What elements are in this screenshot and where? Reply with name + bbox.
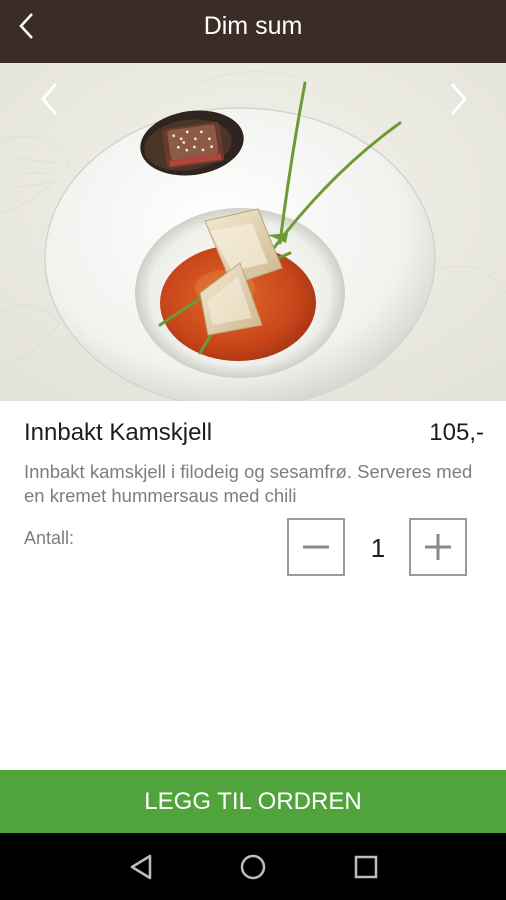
item-name: Innbakt Kamskjell bbox=[24, 419, 213, 446]
previous-image-chevron-left-icon[interactable] bbox=[36, 80, 64, 118]
add-to-order-button[interactable]: LEGG TIL ORDREN bbox=[0, 770, 506, 833]
item-description: Innbakt kamskjell i filodeig og sesamfrø… bbox=[24, 461, 473, 506]
quantity-label: Antall: bbox=[24, 528, 75, 548]
minus-icon bbox=[303, 545, 329, 549]
decrement-button[interactable] bbox=[287, 518, 345, 576]
square-recents-icon[interactable] bbox=[350, 851, 382, 883]
next-image-chevron-right-icon[interactable] bbox=[444, 80, 472, 118]
system-navigation-bar bbox=[0, 833, 506, 900]
item-price: 105,- bbox=[429, 419, 484, 446]
dish-photo bbox=[0, 63, 506, 401]
circle-home-icon[interactable] bbox=[237, 851, 269, 883]
triangle-back-icon[interactable] bbox=[126, 851, 158, 883]
page-title: Dim sum bbox=[203, 12, 303, 40]
dish-image-gallery[interactable] bbox=[0, 63, 506, 401]
quantity-value: 1 bbox=[370, 533, 386, 563]
app-header: Dim sum bbox=[0, 0, 506, 63]
increment-button[interactable] bbox=[409, 518, 467, 576]
plus-icon bbox=[425, 534, 451, 560]
